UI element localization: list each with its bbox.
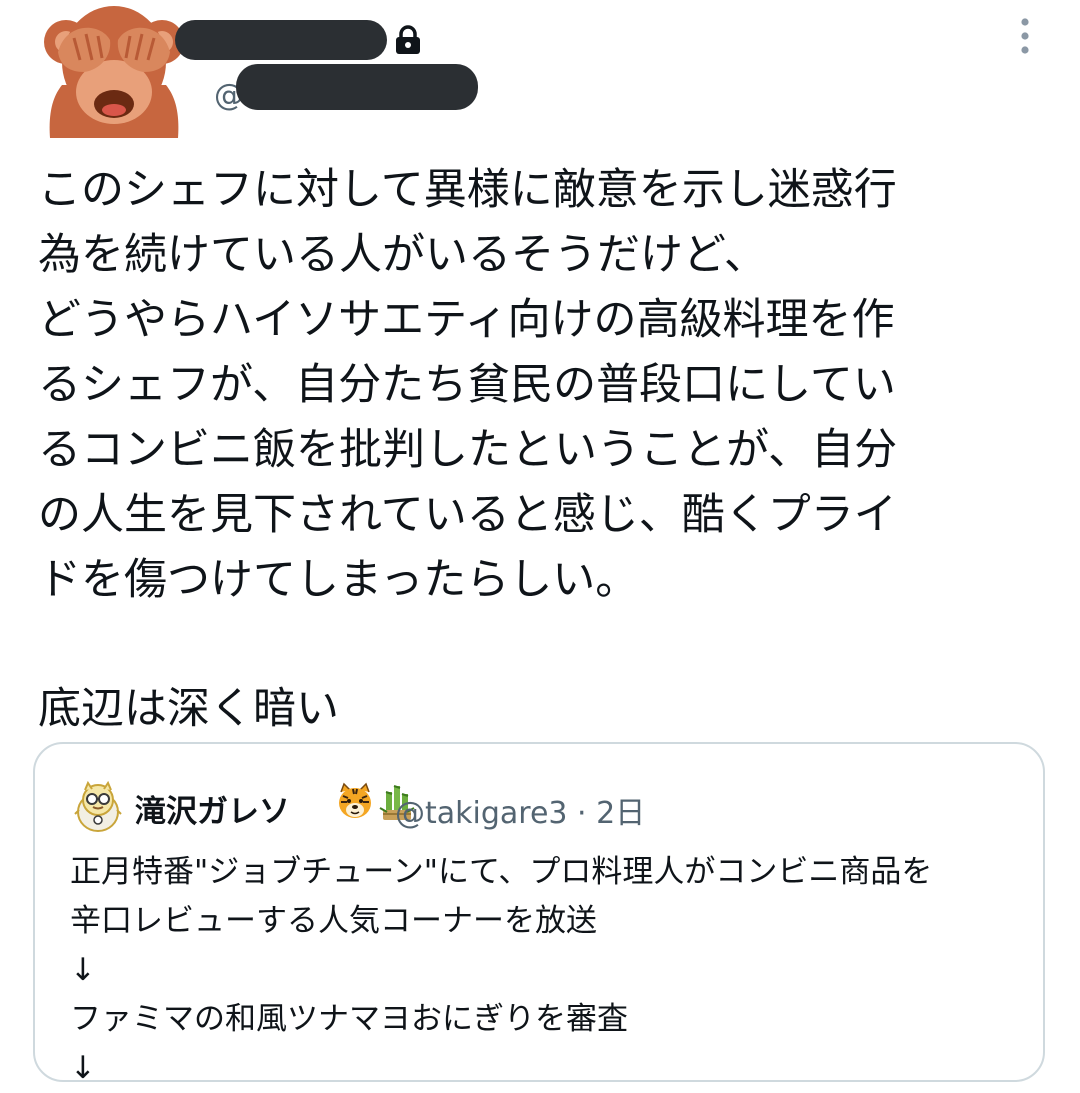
redacted-display-name[interactable] (175, 20, 387, 60)
tiger-mascot-avatar-icon[interactable] (73, 780, 123, 832)
quoted-line: 辛口レビューする人気コーナーを放送 (70, 903, 597, 939)
quoted-line: ↓ (70, 1050, 96, 1086)
quoted-line: ↓ (70, 952, 96, 988)
quoted-line: 正月特番"ジョブチューン"にて、プロ料理人がコンビニ商品を (70, 854, 933, 890)
redacted-handle[interactable] (236, 64, 478, 110)
tweet-line: このシェフに対して異様に敵意を示し迷惑行 (38, 165, 897, 215)
quoted-tweet-time: · 2日 (577, 796, 646, 831)
tweet-text: このシェフに対して異様に敵意を示し迷惑行 為を続けている人がいるそうだけど、 ど… (38, 158, 1038, 742)
tweet-line: 為を続けている人がいるそうだけど、 (38, 230, 767, 280)
tweet-line: どうやらハイソサエティ向けの高級料理を作 (38, 295, 895, 345)
quoted-author-name[interactable]: 滝沢ガレソ (135, 786, 290, 831)
tweet-line: るコンビニ飯を批判したということが、自分 (38, 425, 898, 475)
quoted-tweet-text: 正月特番"ジョブチューン"にて、プロ料理人がコンビニ商品を 辛口レビューする人気… (70, 848, 1030, 1093)
tweet-closing-line: 底辺は深く暗い (38, 684, 339, 734)
tweet-line: の人生を見下されていると感じ、酷くプライ (38, 490, 897, 540)
see-no-evil-monkey-icon[interactable] (40, 0, 188, 138)
quoted-tweet-card[interactable]: 滝沢ガレソ @takigare3 · 2日 正月特番"ジョブチューン"にて、プロ… (33, 742, 1045, 1086)
tiger-face-icon (339, 782, 371, 818)
tweet-line: るシェフが、自分たち貧民の普段口にしてい (38, 360, 896, 410)
quoted-line: ファミマの和風ツナマヨおにぎりを審査 (70, 1001, 628, 1037)
tweet-line: ドを傷つけてしまったらしい。 (38, 555, 639, 605)
quoted-author-handle: @takigare3 · 2日 (395, 796, 646, 831)
lock-icon (396, 25, 420, 54)
more-vertical-icon[interactable] (1012, 16, 1038, 58)
